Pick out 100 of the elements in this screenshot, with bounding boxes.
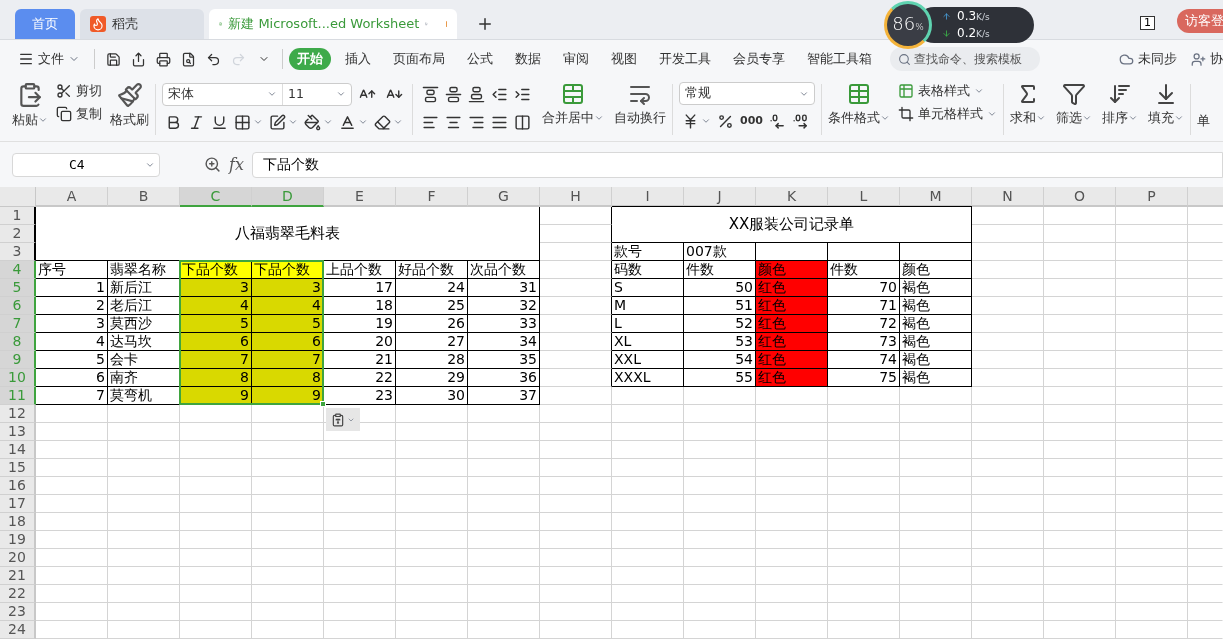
column-header[interactable]: N — [972, 187, 1044, 207]
grid-cell — [1044, 405, 1116, 423]
command-search-field[interactable]: 查找命令、搜索模板 — [890, 47, 1040, 71]
paste-options-button[interactable] — [326, 408, 360, 431]
grid-cell — [972, 333, 1044, 351]
fill-button[interactable]: 填充 — [1148, 82, 1184, 128]
grid-cell — [756, 459, 828, 477]
grid-cell — [252, 423, 324, 441]
thousands-button[interactable]: 000 — [737, 109, 766, 133]
table-cell: 1 — [36, 279, 108, 297]
table-cell: 达马坎 — [108, 333, 180, 351]
grid-cell — [972, 243, 1044, 261]
grid-cell — [900, 423, 972, 441]
grid-cell — [36, 441, 108, 459]
grid-cell — [972, 495, 1044, 513]
grid-cell — [972, 351, 1044, 369]
grid-cell — [36, 513, 108, 531]
ribbon-tab[interactable]: 智能工具箱 — [799, 48, 880, 70]
column-header[interactable]: H — [540, 187, 612, 207]
tab[interactable]: 新建 Microsoft...ed Worksheet — [209, 9, 457, 39]
column-header[interactable]: G — [468, 187, 540, 207]
name-box[interactable]: C4 — [12, 152, 160, 177]
row-header[interactable]: 3 — [0, 243, 36, 261]
row-header[interactable]: 12 — [0, 405, 36, 423]
tab[interactable]: 稻壳 — [80, 9, 204, 39]
column-header[interactable]: K — [756, 187, 828, 207]
tab[interactable]: 首页 — [15, 9, 75, 39]
column-header[interactable]: B — [108, 187, 180, 207]
grid-cell — [1116, 243, 1188, 261]
ribbon-tab[interactable]: 插入 — [337, 48, 379, 70]
row-header[interactable]: 17 — [0, 495, 36, 513]
table-cell: 款号 — [612, 243, 684, 261]
ribbon-label[interactable]: 单 — [1197, 78, 1210, 141]
grid-cell — [108, 603, 180, 621]
number-format-select[interactable]: 常规 — [679, 82, 815, 105]
sync-button[interactable]: 未同步 — [1119, 49, 1177, 69]
caret-icon — [701, 116, 711, 126]
sort-button[interactable]: 排序 — [1102, 82, 1138, 128]
row-header[interactable]: 20 — [0, 549, 36, 567]
column-heading: 码数 — [612, 261, 684, 279]
copy-button[interactable]: 复制 — [56, 104, 102, 124]
table-style-button[interactable]: 表格样式 — [898, 82, 997, 101]
row-header[interactable]: 23 — [0, 603, 36, 621]
cell-style-button[interactable]: 单元格样式 — [898, 104, 997, 124]
ribbon-tab[interactable]: 页面布局 — [385, 48, 453, 70]
row-header[interactable]: 21 — [0, 567, 36, 585]
file-menu[interactable]: 文件 — [18, 49, 80, 69]
row-header[interactable]: 22 — [0, 585, 36, 603]
table-cell: 17 — [324, 279, 396, 297]
row-header[interactable]: 2 — [0, 225, 36, 243]
cut-button[interactable]: 剪切 — [56, 82, 102, 101]
cell-border-style-icon — [269, 113, 286, 131]
grid-cell — [1044, 207, 1116, 225]
row-header[interactable]: 16 — [0, 477, 36, 495]
grid-cell — [1044, 279, 1116, 297]
table-cell: 5 — [180, 315, 252, 333]
column-header[interactable]: O — [1044, 187, 1116, 207]
column-header[interactable]: L — [828, 187, 900, 207]
ribbon-tab[interactable]: 视图 — [603, 48, 645, 70]
row-header[interactable]: 18 — [0, 513, 36, 531]
ribbon-tab[interactable]: 审阅 — [555, 48, 597, 70]
ribbon-tab[interactable]: 数据 — [507, 48, 549, 70]
grid-cell — [540, 423, 612, 441]
table-cell: 18 — [324, 297, 396, 315]
row-header[interactable]: 1 — [0, 207, 36, 225]
column-header[interactable]: J — [684, 187, 756, 207]
column-header[interactable]: I — [612, 187, 684, 207]
column-header[interactable]: P — [1116, 187, 1188, 207]
column-header[interactable]: E — [324, 187, 396, 207]
collaborate-button[interactable]: 协 — [1191, 49, 1223, 69]
grid-cell — [828, 459, 900, 477]
table-cell: 31 — [468, 279, 540, 297]
formula-field[interactable]: 下品个数 — [251, 151, 1223, 178]
format-painter-button[interactable]: 格式刷 — [110, 82, 149, 130]
window-count[interactable]: 1 — [1140, 16, 1155, 30]
wrap-text-button[interactable]: 自动换行 — [614, 82, 666, 128]
row-header[interactable]: 13 — [0, 423, 36, 441]
grid-cell — [180, 405, 252, 423]
row-header[interactable]: 15 — [0, 459, 36, 477]
ribbon-tab[interactable]: 开发工具 — [651, 48, 719, 70]
row-header[interactable]: 14 — [0, 441, 36, 459]
grid-cell — [108, 423, 180, 441]
column-header[interactable]: F — [396, 187, 468, 207]
fx-label[interactable]: fx — [229, 152, 244, 177]
table-cell: 7 — [180, 351, 252, 369]
conditional-format-button[interactable]: 条件格式 — [828, 82, 890, 128]
row-header[interactable]: 24 — [0, 621, 36, 639]
grid-cell — [1116, 387, 1188, 405]
login-button[interactable]: 访客登 — [1177, 9, 1223, 33]
paste-button[interactable]: 粘贴 — [12, 82, 48, 130]
sum-button[interactable]: 求和 — [1010, 82, 1046, 128]
ribbon-tab[interactable]: 会员专享 — [725, 48, 793, 70]
table-cell: 72 — [828, 315, 900, 333]
row-header[interactable]: 19 — [0, 531, 36, 549]
column-header[interactable]: M — [900, 187, 972, 207]
filter-button[interactable]: 筛选 — [1056, 82, 1092, 128]
ribbon-tab[interactable]: 公式 — [459, 48, 501, 70]
merge-center-button[interactable]: 合并居中 — [542, 82, 604, 128]
table-cell: 30 — [396, 387, 468, 405]
column-header[interactable]: A — [36, 187, 108, 207]
